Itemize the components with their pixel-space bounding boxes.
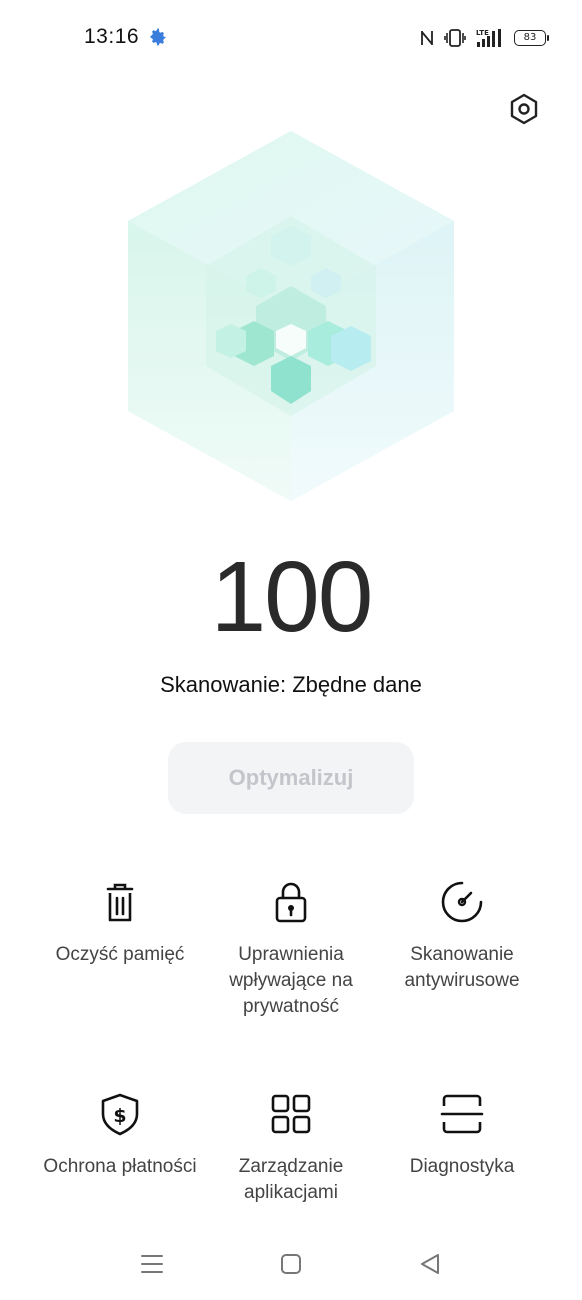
grid-icon (271, 1094, 311, 1134)
hexagon-settings-icon[interactable] (507, 92, 541, 126)
status-time: 13:16 (84, 25, 140, 48)
tile-label: Diagnostyka (409, 1156, 515, 1177)
settings-gear-icon (150, 28, 166, 46)
tile-label: Zarządzanie aplikacjami (238, 1156, 344, 1203)
tile-label: Uprawnienia wpływające na prywatność (229, 944, 353, 1017)
trash-icon (106, 883, 134, 922)
back-icon[interactable] (416, 1250, 444, 1278)
tile-antivirus-scan[interactable]: Skanowanie antywirusowe (365, 880, 559, 994)
tile-app-management[interactable]: Zarządzanie aplikacjami (194, 1092, 388, 1206)
health-score: 100 (210, 541, 374, 653)
scan-status-text: Skanowanie: Zbędne dane (160, 672, 422, 697)
tile-label: Skanowanie antywirusowe (404, 944, 520, 991)
battery-icon: 83 (514, 30, 549, 46)
tile-privacy-permissions[interactable]: Uprawnienia wpływające na prywatność (194, 880, 388, 1020)
menu-icon[interactable] (138, 1250, 166, 1278)
lte-signal-icon: LTE (476, 29, 501, 47)
vibrate-icon (444, 29, 466, 47)
gauge-icon (441, 881, 483, 923)
tile-label: Oczyść pamięć (55, 944, 185, 965)
tile-label: Ochrona płatności (43, 1156, 197, 1177)
home-icon[interactable] (277, 1250, 305, 1278)
tile-clean-storage[interactable]: Oczyść pamięć (23, 880, 217, 968)
status-bar: 13:16 LTE 83 (0, 0, 582, 75)
lock-icon (275, 882, 307, 923)
shield-dollar-icon: $ (101, 1093, 139, 1136)
svg-text:$: $ (113, 1105, 126, 1127)
scan-frame-icon (440, 1094, 484, 1134)
optimize-button[interactable]: Optymalizuj (168, 742, 414, 814)
tile-payment-protection[interactable]: $ Ochrona płatności (23, 1092, 217, 1180)
cube-illustration (128, 131, 454, 501)
navigation-bar (0, 1238, 582, 1288)
svg-text:LTE: LTE (476, 29, 489, 37)
nfc-icon (421, 31, 433, 45)
tile-diagnostics[interactable]: Diagnostyka (365, 1092, 559, 1180)
